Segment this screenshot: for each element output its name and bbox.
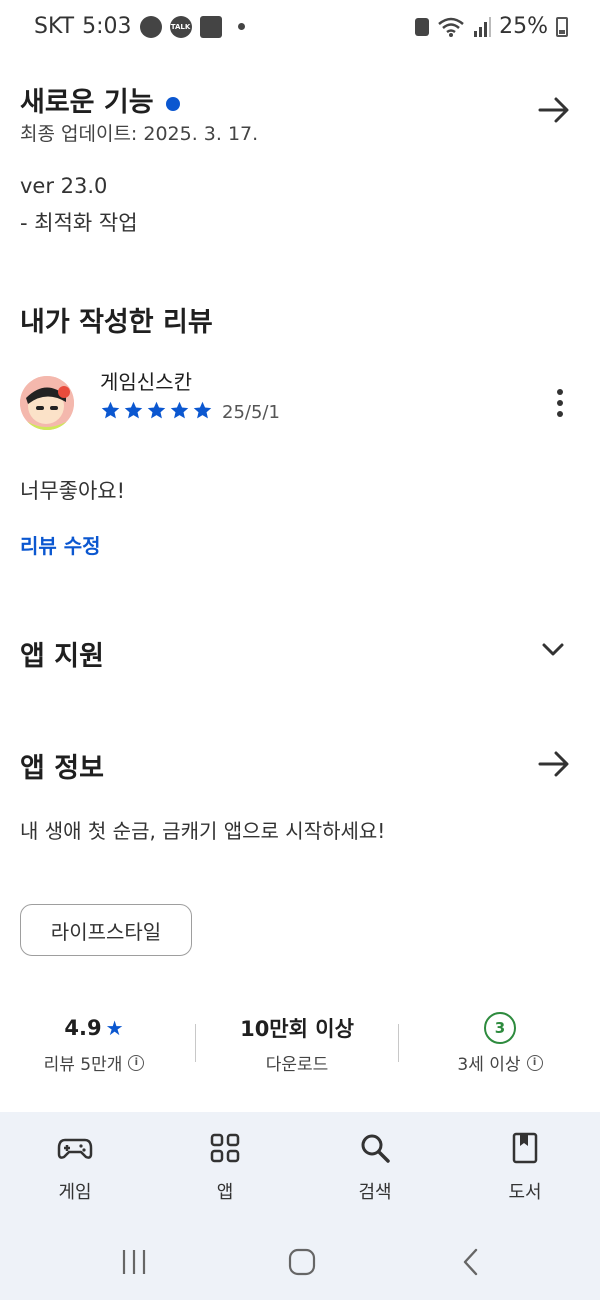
talk-notification-icon: TALK [169, 15, 192, 38]
nav-label-search: 검색 [358, 1182, 392, 1203]
search-icon [361, 1134, 390, 1163]
battery-percent: 25% [499, 14, 548, 39]
age-label: 3세 이상 [457, 1055, 521, 1075]
rating-value: 4.9 [64, 1016, 102, 1040]
avatar-character-icon [20, 376, 74, 430]
nav-item-books[interactable]: 도서 [475, 1130, 575, 1204]
version-text: ver 23.0 [20, 174, 108, 198]
whats-new-title: 새로운 기능 [20, 87, 154, 118]
age-rating-stat[interactable]: 3 3세 이상 i [410, 1012, 590, 1075]
age-badge-icon: 3 [484, 1012, 516, 1044]
star-icon [147, 401, 166, 419]
gamepad-icon [57, 1138, 93, 1159]
battery-saver-icon [415, 17, 430, 36]
avatar [20, 376, 74, 430]
book-icon [512, 1132, 538, 1164]
status-left: SKT 5:03 TALK [34, 14, 245, 39]
nav-item-search[interactable]: 검색 [325, 1130, 425, 1204]
wifi-icon [438, 17, 464, 37]
review-text: 너무좋아요! [20, 479, 126, 503]
edit-review-link[interactable]: 리뷰 수정 [20, 530, 101, 559]
stat-divider [195, 1024, 196, 1062]
info-icon: i [128, 1054, 145, 1071]
star-icon [170, 401, 189, 419]
last-updated: 최종 업데이트: 2025. 3. 17. [20, 123, 259, 145]
rating-stat[interactable]: 4.9 ★ 리뷰 5만개 i [4, 1012, 184, 1075]
app-description: 내 생애 첫 순금, 금캐기 앱으로 시작하세요! [20, 819, 386, 843]
downloads-label: 다운로드 [265, 1055, 329, 1075]
arrow-right-icon[interactable] [534, 744, 574, 784]
rating-label: 리뷰 5만개 [43, 1055, 123, 1075]
carrier: SKT [34, 14, 75, 39]
apps-grid-icon [210, 1133, 240, 1163]
stat-divider [398, 1024, 399, 1062]
back-icon[interactable] [456, 1246, 488, 1278]
clock: 5:03 [82, 14, 132, 39]
review-date: 25/5/1 [222, 402, 280, 423]
app-support-title[interactable]: 앱 지원 [20, 634, 104, 673]
reviewer-name: 게임신스칸 [100, 370, 192, 394]
whats-new-header[interactable]: 새로운 기능 [20, 80, 180, 119]
battery-icon [556, 16, 568, 37]
star-icon [124, 401, 143, 419]
release-notes: - 최적화 작업 [20, 211, 138, 235]
status-right: 25% [415, 14, 568, 39]
nav-label-games: 게임 [58, 1182, 92, 1203]
nav-label-apps: 앱 [216, 1182, 234, 1203]
rating-star-icon: ★ [105, 1016, 124, 1040]
review-stars [100, 400, 213, 421]
nav-item-games[interactable]: 게임 [25, 1130, 125, 1204]
status-bar: SKT 5:03 TALK 25% [0, 0, 600, 56]
category-chip[interactable]: 라이프스타일 [20, 904, 192, 956]
image-notification-icon [199, 15, 222, 38]
downloads-stat: 10만회 이상 다운로드 [207, 1012, 387, 1075]
more-vert-icon[interactable] [548, 386, 572, 422]
chevron-down-icon[interactable] [538, 634, 568, 664]
more-notifications-dot-icon [237, 23, 245, 30]
star-icon [193, 401, 212, 419]
home-icon[interactable] [286, 1246, 318, 1278]
star-icon [101, 401, 120, 419]
signal-icon [474, 16, 492, 37]
my-review-title: 내가 작성한 리뷰 [20, 307, 213, 338]
downloads-value: 10만회 이상 [240, 1017, 354, 1041]
nav-label-books: 도서 [508, 1182, 542, 1203]
info-icon: i [526, 1054, 543, 1071]
recent-apps-icon[interactable] [118, 1246, 150, 1278]
arrow-right-icon[interactable] [534, 90, 574, 130]
nav-item-apps[interactable]: 앱 [175, 1130, 275, 1204]
trash-notification-icon [139, 15, 162, 38]
app-info-title[interactable]: 앱 정보 [20, 746, 104, 785]
new-indicator-dot [165, 96, 180, 111]
